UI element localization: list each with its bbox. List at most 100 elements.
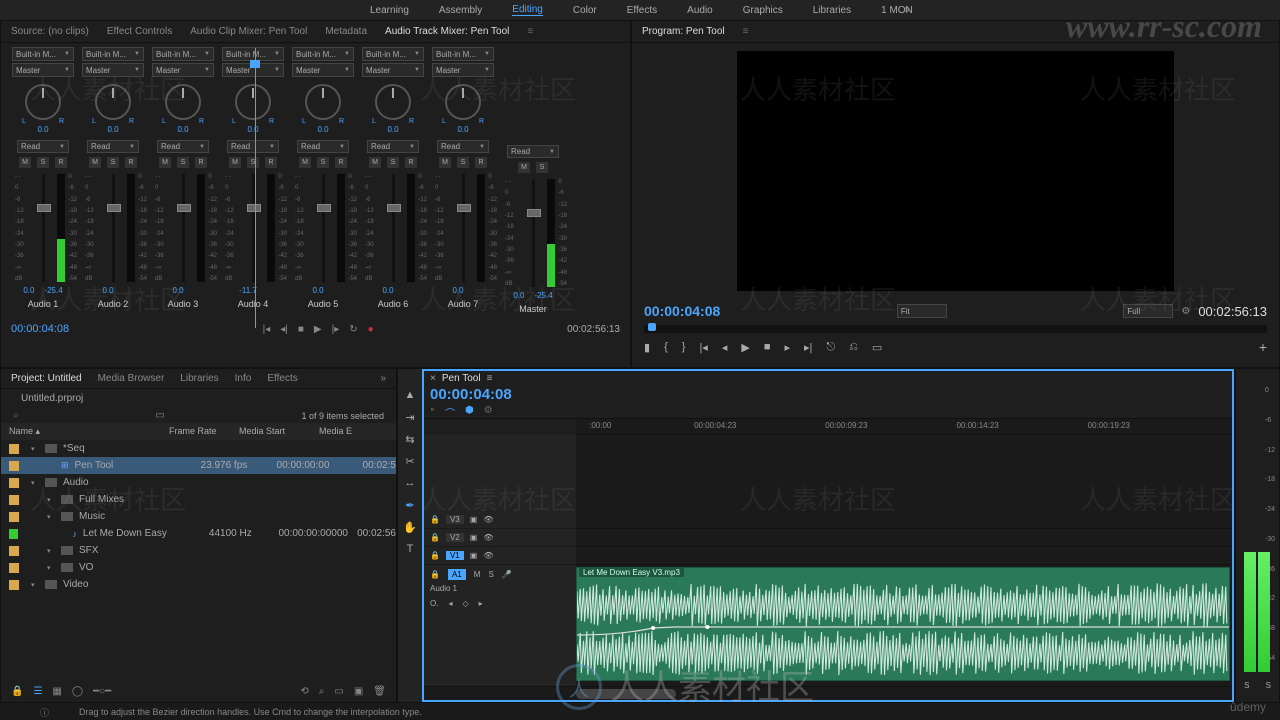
panel-menu-icon[interactable]: ≡ — [743, 26, 749, 37]
pan-knob[interactable] — [235, 84, 271, 120]
button-editor-icon[interactable]: + — [1259, 339, 1267, 355]
add-marker-icon[interactable]: ▮ — [644, 341, 650, 354]
playhead-handle[interactable] — [250, 60, 260, 68]
label-swatch[interactable] — [9, 580, 19, 590]
eye-icon[interactable]: 👁 — [483, 515, 493, 524]
pan-value[interactable]: 0.0 — [177, 125, 188, 134]
automation-mode-dropdown[interactable]: Read — [507, 145, 559, 158]
mixer-tc-in[interactable]: 00:00:04:08 — [11, 323, 69, 335]
tree-row[interactable]: ▾ VO — [1, 559, 396, 576]
toggle-output-icon[interactable]: ▣ — [470, 515, 478, 524]
loop-icon[interactable]: ↻ — [349, 324, 357, 335]
bus-dropdown[interactable]: Master — [432, 63, 494, 77]
hand-tool-icon[interactable]: ✋ — [402, 519, 418, 535]
workspace-overflow-icon[interactable]: » — [904, 4, 910, 15]
tab-metadata[interactable]: Metadata — [325, 26, 367, 37]
pan-value[interactable]: 0.0 — [457, 125, 468, 134]
pen-tool-icon[interactable]: ✒ — [402, 497, 418, 513]
video-track-lane[interactable] — [576, 547, 1232, 565]
mark-out-icon[interactable]: } — [682, 341, 686, 353]
ws-audio[interactable]: Audio — [687, 5, 713, 16]
settings-icon[interactable]: ⚙ — [484, 405, 493, 420]
audio-track-header[interactable]: 🔒A1MS🎤 Audio 1 O.◂◇▸ — [424, 565, 576, 683]
ws-color[interactable]: Color — [573, 5, 597, 16]
eye-icon[interactable]: 👁 — [483, 533, 493, 542]
fader-value[interactable]: 0.0 — [172, 286, 183, 295]
fader-value[interactable]: 0.0 — [312, 286, 323, 295]
record-button[interactable]: R — [55, 157, 67, 168]
bus-dropdown[interactable]: Master — [82, 63, 144, 77]
pan-knob[interactable] — [445, 84, 481, 120]
track-target[interactable]: V1 — [446, 551, 464, 560]
col-media-start[interactable]: Media Start — [239, 426, 319, 437]
program-tc-in[interactable]: 00:00:04:08 — [644, 303, 720, 319]
zoom-fit-dropdown[interactable]: Fit — [897, 304, 947, 318]
tab-program[interactable]: Program: Pen Tool — [642, 26, 725, 37]
record-button[interactable]: R — [125, 157, 137, 168]
lock-icon[interactable]: 🔒 — [430, 533, 440, 542]
snap-icon[interactable]: ⁍ — [430, 405, 435, 420]
lock-icon[interactable]: 🔒 — [430, 551, 440, 560]
pan-knob[interactable] — [305, 84, 341, 120]
settings-icon[interactable]: ⚙ — [1181, 306, 1190, 317]
tree-row[interactable]: ▾ SFX — [1, 542, 396, 559]
panel-menu-icon[interactable]: ≡ — [487, 373, 493, 384]
search-icon[interactable]: ⌕ — [13, 410, 19, 421]
razor-tool-icon[interactable]: ✂ — [402, 453, 418, 469]
bus-dropdown[interactable]: Master — [292, 63, 354, 77]
expand-arrow-icon[interactable]: ▾ — [47, 496, 55, 504]
pan-value[interactable]: 0.0 — [247, 125, 258, 134]
pan-knob[interactable] — [25, 84, 61, 120]
next-keyframe-icon[interactable]: ▸ — [479, 599, 483, 608]
fader-handle[interactable] — [387, 204, 401, 212]
solo-button[interactable]: S — [387, 157, 399, 168]
automation-mode-dropdown[interactable]: Read — [297, 140, 349, 153]
fader-value[interactable]: 0.0 — [513, 291, 524, 300]
fader[interactable] — [182, 174, 185, 282]
automation-mode-dropdown[interactable]: Read — [17, 140, 69, 153]
program-monitor[interactable] — [737, 51, 1174, 291]
label-swatch[interactable] — [9, 444, 19, 454]
icon-view-icon[interactable]: ▦ — [52, 686, 61, 697]
lock-icon[interactable]: 🔒 — [11, 686, 23, 697]
delete-icon[interactable]: 🗑 — [373, 686, 386, 697]
program-scrubber[interactable] — [644, 325, 1267, 333]
tree-row[interactable]: ▾ Full Mixes — [1, 491, 396, 508]
tree-row[interactable]: ▾ *Seq — [1, 440, 396, 457]
step-back-icon[interactable]: ◂ — [722, 341, 728, 354]
tab-source[interactable]: Source: (no clips) — [11, 26, 89, 37]
fader-value[interactable]: 0.0 — [23, 286, 34, 295]
keyframe-mode[interactable]: O. — [430, 599, 438, 608]
eye-icon[interactable]: 👁 — [483, 551, 493, 560]
goto-in-icon[interactable]: |◂ — [263, 324, 271, 335]
fader-handle[interactable] — [37, 204, 51, 212]
solo-left[interactable]: S — [1244, 681, 1249, 690]
tab-effect-controls[interactable]: Effect Controls — [107, 26, 172, 37]
selection-tool-icon[interactable]: ▲ — [402, 387, 418, 403]
record-button[interactable]: R — [195, 157, 207, 168]
play-icon[interactable]: ▶ — [314, 324, 322, 335]
tab-audio-track-mixer[interactable]: Audio Track Mixer: Pen Tool — [385, 26, 509, 37]
mute-button[interactable]: M — [474, 570, 481, 579]
col-name[interactable]: Name ▴ — [9, 426, 169, 437]
stop-icon[interactable]: ■ — [298, 324, 304, 335]
record-button[interactable]: R — [405, 157, 417, 168]
ws-editing[interactable]: Editing — [512, 4, 543, 16]
fader-handle[interactable] — [177, 204, 191, 212]
label-swatch[interactable] — [9, 546, 19, 556]
tree-row[interactable]: ▾ Video — [1, 576, 396, 593]
goto-in-icon[interactable]: |◂ — [699, 341, 707, 354]
automation-mode-dropdown[interactable]: Read — [367, 140, 419, 153]
label-swatch[interactable] — [9, 512, 19, 522]
close-tab-icon[interactable]: × — [430, 373, 436, 384]
mark-in-icon[interactable]: { — [664, 341, 668, 353]
video-track-header[interactable]: 🔒V3▣👁 — [424, 511, 576, 529]
goto-out-icon[interactable]: ▸| — [804, 341, 812, 354]
record-icon[interactable]: ● — [368, 324, 374, 335]
fader[interactable] — [532, 179, 535, 287]
new-bin-icon[interactable]: ▭ — [334, 686, 343, 697]
track-target[interactable]: A1 — [448, 569, 466, 580]
slip-tool-icon[interactable]: ↔ — [402, 475, 418, 491]
overflow-icon[interactable]: » — [380, 373, 386, 384]
tab-media-browser[interactable]: Media Browser — [98, 373, 165, 384]
